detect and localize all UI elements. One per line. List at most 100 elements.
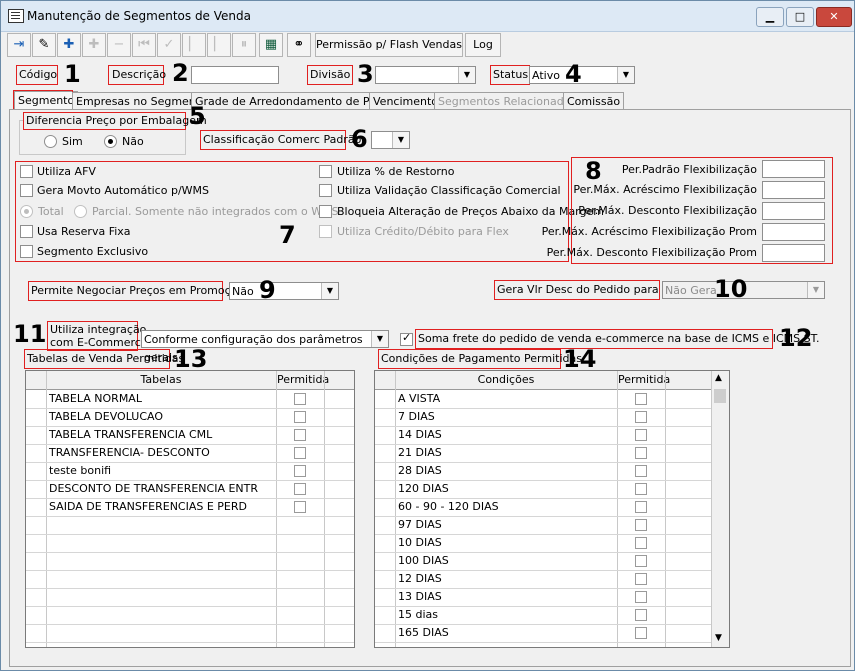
condicoes-row[interactable]: 7 DIAS (375, 408, 729, 427)
condicoes-permitida-checkbox[interactable] (635, 393, 647, 405)
log-button[interactable]: Log (465, 33, 501, 57)
remove-icon[interactable]: − (107, 33, 131, 57)
gera-movto-wms-checkbox[interactable] (20, 184, 33, 197)
pause-icon[interactable]: ⏸ (232, 33, 256, 57)
credito-debito-checkbox[interactable] (319, 225, 332, 238)
chevron-down-icon[interactable]: ▼ (371, 331, 388, 347)
tabelas-permitida-checkbox[interactable] (294, 447, 306, 459)
next-record-icon[interactable]: ▏ (207, 33, 231, 57)
condicoes-permitida-checkbox[interactable] (635, 537, 647, 549)
tabelas-permitida-checkbox[interactable] (294, 501, 306, 513)
parcial-radio[interactable] (74, 205, 87, 218)
flex-max-acrescimo-prom-input[interactable] (762, 223, 825, 241)
tabelas-row[interactable] (26, 606, 354, 625)
flex-max-acrescimo-input[interactable] (762, 181, 825, 199)
add-icon[interactable]: ✚ (57, 33, 81, 57)
sim-radio[interactable] (44, 135, 57, 148)
condicoes-col-header: Condições (477, 373, 535, 386)
minimize-button[interactable]: ▁ (756, 7, 784, 27)
tabelas-row[interactable] (26, 534, 354, 553)
prev-record-icon[interactable]: ▏ (182, 33, 206, 57)
chevron-down-icon[interactable]: ▼ (807, 282, 824, 298)
condicoes-permitida-checkbox[interactable] (635, 573, 647, 585)
utiliza-restorno-checkbox[interactable] (319, 165, 332, 178)
soma-frete-checkbox[interactable]: ✓ (400, 331, 413, 346)
first-record-icon[interactable]: ⏮ (132, 33, 156, 57)
divisao-select[interactable]: ▼ (375, 66, 476, 84)
condicoes-row[interactable]: 28 DIAS (375, 462, 729, 481)
tabelas-row[interactable]: TABELA NORMAL (26, 390, 354, 409)
chevron-down-icon[interactable]: ▼ (458, 67, 475, 83)
promocao-select[interactable]: Não ▼ (229, 282, 339, 300)
flex-max-desconto-prom-input[interactable] (762, 244, 825, 262)
classificacao-select[interactable]: ▼ (371, 131, 410, 149)
tabelas-permitida-checkbox[interactable] (294, 483, 306, 495)
tabelas-row[interactable] (26, 588, 354, 607)
condicoes-row[interactable]: 165 DIAS (375, 624, 729, 643)
tabelas-permitida-checkbox[interactable] (294, 429, 306, 441)
tabelas-row[interactable]: teste bonifi (26, 462, 354, 481)
chevron-down-icon[interactable]: ▼ (617, 67, 634, 83)
condicoes-permitida-checkbox[interactable] (635, 429, 647, 441)
tabelas-row[interactable]: DESCONTO DE TRANSFERENCIA ENTR (26, 480, 354, 499)
maximize-button[interactable]: □ (786, 7, 814, 27)
usa-reserva-fixa-checkbox[interactable] (20, 225, 33, 238)
condicoes-permitida-checkbox[interactable] (635, 591, 647, 603)
segmento-exclusivo-checkbox[interactable] (20, 245, 33, 258)
chevron-down-icon[interactable]: ▼ (392, 132, 409, 148)
tabelas-permitida-checkbox[interactable] (294, 465, 306, 477)
confirm-icon[interactable]: ✓ (157, 33, 181, 57)
close-button[interactable]: ✕ (816, 7, 852, 27)
condicoes-permitida-checkbox[interactable] (635, 555, 647, 567)
condicoes-row[interactable]: 21 DIAS (375, 444, 729, 463)
flex-max-desconto-input[interactable] (762, 202, 825, 220)
tabelas-permitida-checkbox[interactable] (294, 393, 306, 405)
tabelas-row[interactable] (26, 624, 354, 643)
tabelas-row[interactable]: SAIDA DE TRANSFERENCIAS E PERD (26, 498, 354, 517)
tabelas-permitida-checkbox[interactable] (294, 411, 306, 423)
validacao-classificacao-checkbox[interactable] (319, 184, 332, 197)
condicoes-permitida-checkbox[interactable] (635, 447, 647, 459)
scroll-thumb[interactable] (714, 389, 726, 403)
status-select[interactable]: Ativo ▼ (529, 66, 635, 84)
tabelas-row[interactable] (26, 516, 354, 535)
condicoes-scrollbar[interactable]: ▲ ▼ (711, 371, 729, 647)
condicoes-row[interactable]: 12 DIAS (375, 570, 729, 589)
nao-radio[interactable] (104, 135, 117, 148)
condicoes-permitida-checkbox[interactable] (635, 519, 647, 531)
tabelas-row[interactable] (26, 570, 354, 589)
permissao-flash-vendas-button[interactable]: Permissão p/ Flash Vendas (315, 33, 463, 57)
condicoes-row[interactable]: 13 DIAS (375, 588, 729, 607)
condicoes-permitida-checkbox[interactable] (635, 465, 647, 477)
condicoes-row[interactable]: 15 dias (375, 606, 729, 625)
condicoes-permitida-checkbox[interactable] (635, 483, 647, 495)
tabelas-row[interactable]: TABELA DEVOLUCAO (26, 408, 354, 427)
exit-icon[interactable]: ⇥ (7, 33, 31, 57)
tabelas-row[interactable]: TRANSFERENCIA- DESCONTO (26, 444, 354, 463)
condicoes-row[interactable]: 100 DIAS (375, 552, 729, 571)
condicoes-permitida-checkbox[interactable] (635, 411, 647, 423)
descricao-input[interactable] (191, 66, 279, 84)
chevron-down-icon[interactable]: ▼ (321, 283, 338, 299)
condicoes-row[interactable]: 14 DIAS (375, 426, 729, 445)
condicoes-row[interactable]: 97 DIAS (375, 516, 729, 535)
condicoes-row[interactable]: 60 - 90 - 120 DIAS (375, 498, 729, 517)
utiliza-afv-checkbox[interactable] (20, 165, 33, 178)
condicoes-row[interactable]: 120 DIAS (375, 480, 729, 499)
tabelas-row[interactable]: TABELA TRANSFERENCIA CML (26, 426, 354, 445)
total-radio[interactable] (20, 205, 33, 218)
condicoes-permitida-checkbox[interactable] (635, 627, 647, 639)
scroll-down-icon[interactable]: ▼ (715, 633, 722, 643)
scroll-up-icon[interactable]: ▲ (715, 373, 722, 383)
binoculars-icon[interactable]: ⚭ (287, 33, 311, 57)
condicoes-permitida-checkbox[interactable] (635, 501, 647, 513)
tabelas-row[interactable] (26, 552, 354, 571)
bloqueia-alteracao-checkbox[interactable] (319, 205, 332, 218)
edit-icon[interactable]: ✎ (32, 33, 56, 57)
insert-icon[interactable]: ✚ (82, 33, 106, 57)
condicoes-row[interactable]: A VISTA (375, 390, 729, 409)
grid-icon[interactable]: ▦ (259, 33, 283, 57)
condicoes-permitida-checkbox[interactable] (635, 609, 647, 621)
condicoes-row[interactable]: 10 DIAS (375, 534, 729, 553)
flex-padrao-input[interactable] (762, 160, 825, 178)
